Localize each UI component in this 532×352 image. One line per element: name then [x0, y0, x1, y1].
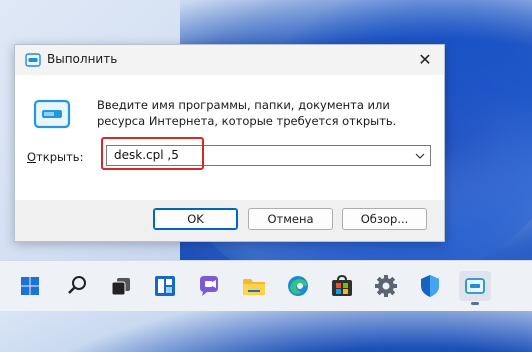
cancel-button[interactable]: Отмена — [248, 208, 333, 230]
taskbar-settings-button[interactable] — [371, 271, 401, 301]
taskbar-task-view-button[interactable] — [106, 271, 136, 301]
widgets-icon — [155, 276, 175, 296]
windows-start-icon — [21, 277, 39, 295]
dialog-content: Введите имя программы, папки, документа … — [15, 75, 444, 241]
active-indicator — [471, 302, 479, 305]
edge-icon — [288, 276, 308, 296]
taskbar-file-explorer-button[interactable] — [239, 271, 269, 301]
store-icon — [332, 274, 352, 296]
teams-chat-icon — [200, 276, 218, 296]
taskbar-run-button[interactable] — [459, 271, 491, 305]
dialog-titlebar[interactable]: Выполнить ✕ — [15, 45, 444, 75]
taskbar-edge-button[interactable] — [283, 271, 313, 301]
ok-button[interactable]: OK — [153, 208, 238, 230]
close-icon: ✕ — [418, 50, 432, 69]
taskbar — [0, 260, 532, 311]
dialog-description: Введите имя программы, папки, документа … — [97, 98, 397, 128]
open-label: Открыть: — [27, 150, 84, 164]
dialog-button-row: OK Отмена Обзор... — [15, 200, 444, 241]
taskbar-start-button[interactable] — [15, 271, 45, 301]
taskbar-store-button[interactable] — [327, 271, 357, 301]
settings-icon — [375, 275, 397, 297]
dialog-title: Выполнить — [47, 52, 118, 66]
highlight-box — [101, 137, 204, 170]
browse-button[interactable]: Обзор... — [342, 208, 427, 230]
taskbar-search-button[interactable] — [62, 271, 92, 301]
taskbar-chat-button[interactable] — [194, 271, 224, 301]
run-app-icon — [465, 278, 485, 294]
run-app-icon — [25, 53, 41, 67]
search-icon — [68, 276, 86, 294]
task-view-icon — [111, 278, 130, 296]
run-dialog: Выполнить ✕ Введите имя программы, папки… — [14, 44, 445, 242]
file-explorer-icon — [243, 279, 265, 295]
close-button[interactable]: ✕ — [412, 49, 438, 71]
security-icon — [421, 275, 439, 297]
taskbar-widgets-button[interactable] — [150, 271, 180, 301]
run-icon — [33, 99, 71, 129]
taskbar-security-button[interactable] — [415, 271, 445, 301]
chevron-down-icon[interactable] — [415, 151, 425, 161]
